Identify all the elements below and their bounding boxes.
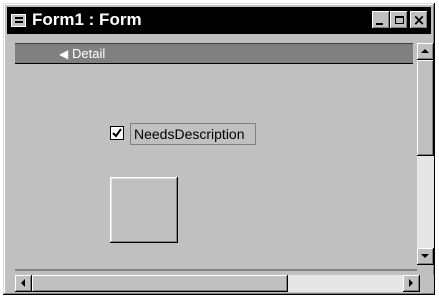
section-label: Detail bbox=[72, 46, 106, 61]
detail-section[interactable] bbox=[15, 65, 413, 265]
check-icon bbox=[112, 128, 122, 138]
left-arrow-icon bbox=[21, 279, 25, 287]
vertical-scrollbar[interactable] bbox=[417, 43, 434, 265]
maximize-icon bbox=[394, 16, 404, 24]
title-bar[interactable]: Form1 : Form × bbox=[7, 7, 431, 34]
needs-description-checkbox[interactable] bbox=[110, 126, 124, 140]
vertical-scroll-thumb[interactable] bbox=[417, 60, 434, 156]
size-grip[interactable] bbox=[420, 275, 434, 292]
section-arrow-icon: ◀ bbox=[59, 47, 69, 61]
up-arrow-icon bbox=[421, 49, 429, 53]
horizontal-scroll-thumb[interactable] bbox=[32, 275, 288, 292]
command-button[interactable] bbox=[110, 177, 178, 243]
section-bottom-divider bbox=[15, 269, 417, 271]
form-icon[interactable] bbox=[11, 14, 26, 27]
scroll-up-button[interactable] bbox=[417, 43, 434, 60]
form-window: Form1 : Form × ◀ Detail NeedsDescription bbox=[3, 3, 435, 295]
maximize-button[interactable] bbox=[390, 11, 408, 29]
horizontal-scrollbar[interactable] bbox=[15, 275, 420, 292]
down-arrow-icon bbox=[421, 254, 429, 258]
scroll-down-button[interactable] bbox=[417, 248, 434, 265]
window-title: Form1 : Form bbox=[32, 10, 142, 29]
minimize-button[interactable] bbox=[372, 11, 390, 29]
scroll-right-button[interactable] bbox=[403, 275, 420, 292]
scroll-left-button[interactable] bbox=[15, 275, 32, 292]
checkbox-label[interactable]: NeedsDescription bbox=[130, 123, 256, 145]
right-arrow-icon bbox=[409, 279, 413, 287]
close-button[interactable]: × bbox=[410, 11, 428, 29]
detail-section-header[interactable]: ◀ Detail bbox=[15, 43, 413, 64]
minimize-icon bbox=[376, 23, 383, 25]
close-icon: × bbox=[412, 10, 426, 29]
